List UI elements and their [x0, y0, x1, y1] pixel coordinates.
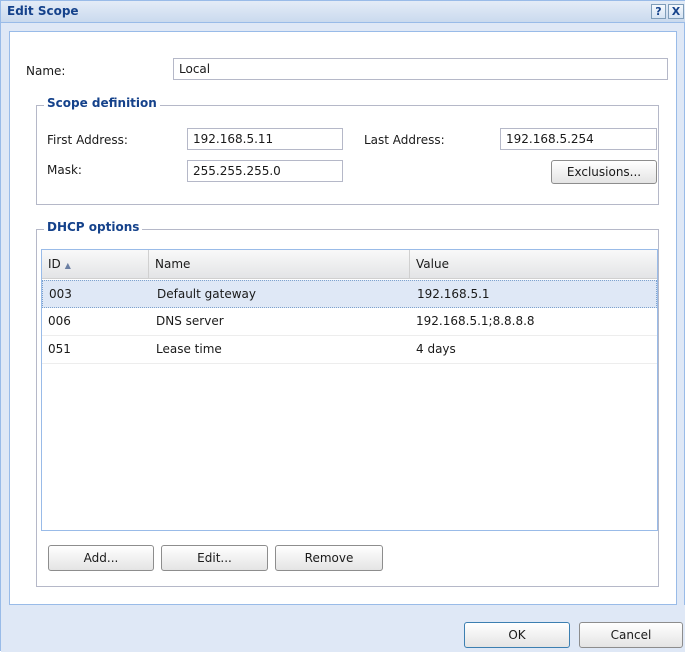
table-row[interactable]: 051 Lease time 4 days [42, 336, 657, 364]
ok-button[interactable]: OK [464, 622, 570, 648]
row-value: 192.168.5.1;8.8.8.8 [416, 314, 535, 328]
dialog-title: Edit Scope [7, 4, 79, 18]
dhcp-options-legend: DHCP options [44, 220, 143, 234]
last-address-field[interactable]: 192.168.5.254 [500, 128, 657, 150]
scope-definition-group [36, 105, 659, 205]
row-value: 192.168.5.1 [417, 287, 490, 301]
table-header: ID ▲ Name Value [42, 250, 657, 279]
column-header-name-label: Name [155, 257, 191, 271]
remove-button[interactable]: Remove [275, 545, 383, 571]
edit-button[interactable]: Edit... [161, 545, 268, 571]
mask-field[interactable]: 255.255.255.0 [187, 160, 343, 182]
row-name: Lease time [156, 342, 222, 356]
column-header-id-label: ID [48, 257, 61, 271]
column-header-value-label: Value [416, 257, 449, 271]
name-label: Name: [26, 64, 66, 78]
column-header-name[interactable]: Name [149, 250, 410, 278]
dialog-footer: OK Cancel [1, 605, 685, 652]
mask-label: Mask: [47, 163, 82, 177]
row-name: DNS server [156, 314, 224, 328]
add-button[interactable]: Add... [48, 545, 154, 571]
column-header-value[interactable]: Value [410, 250, 657, 278]
edit-scope-dialog: Edit Scope ? X Name: Local Scope definit… [0, 0, 685, 652]
close-icon[interactable]: X [668, 4, 684, 19]
last-address-label: Last Address: [364, 133, 445, 147]
row-name: Default gateway [157, 287, 256, 301]
table-row[interactable]: 003 Default gateway 192.168.5.1 [42, 280, 657, 308]
help-icon[interactable]: ? [651, 4, 666, 19]
row-id: 051 [48, 342, 71, 356]
sort-ascending-icon: ▲ [64, 261, 71, 270]
first-address-label: First Address: [47, 133, 128, 147]
exclusions-button[interactable]: Exclusions... [551, 160, 657, 184]
table-row[interactable]: 006 DNS server 192.168.5.1;8.8.8.8 [42, 308, 657, 336]
dhcp-options-table: ID ▲ Name Value 003 Default gateway 192.1… [41, 249, 658, 531]
row-value: 4 days [416, 342, 456, 356]
cancel-button[interactable]: Cancel [579, 622, 683, 648]
row-id: 006 [48, 314, 71, 328]
first-address-field[interactable]: 192.168.5.11 [187, 128, 343, 150]
scope-definition-legend: Scope definition [44, 96, 160, 110]
title-bar[interactable]: Edit Scope ? X [1, 1, 685, 23]
column-header-id[interactable]: ID ▲ [42, 250, 149, 278]
row-id: 003 [49, 287, 72, 301]
name-field[interactable]: Local [173, 58, 668, 80]
